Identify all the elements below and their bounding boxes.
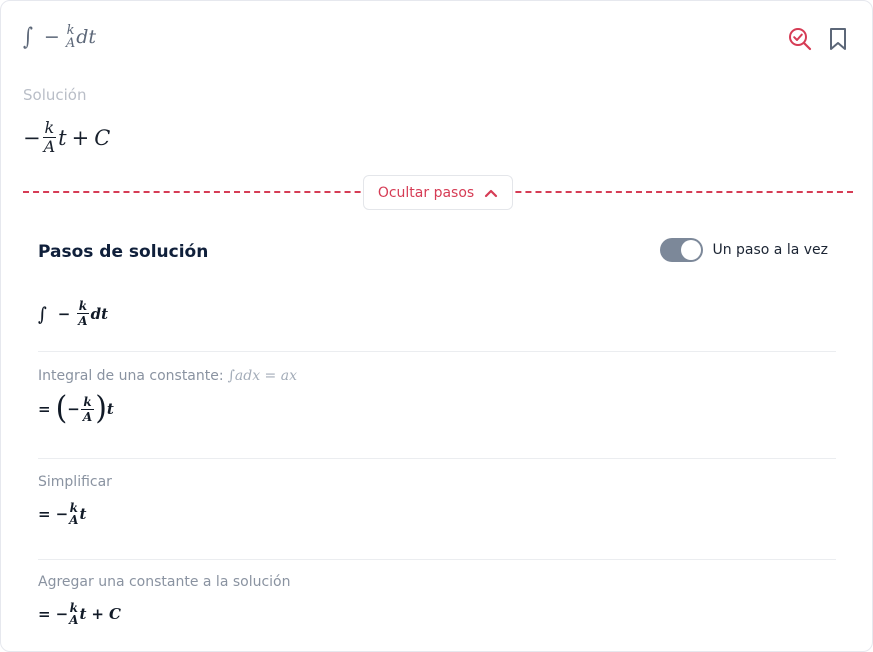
steps-title: Pasos de solución [38, 242, 209, 262]
step-description: Agregar una constante a la solución [38, 574, 291, 590]
step-add-constant: Agregar una constante a la solución = − … [38, 574, 291, 627]
step-simplify: Simplificar = − k A t [38, 474, 112, 527]
integral-sign: ∫ [23, 23, 33, 51]
step-divider [38, 351, 836, 352]
fraction: k A [69, 601, 79, 627]
hide-steps-button[interactable]: Ocultar pasos [363, 175, 513, 210]
step-description: Simplificar [38, 474, 112, 490]
toggle-switch[interactable] [660, 238, 704, 262]
fraction: k A [81, 394, 94, 424]
fraction: k A [69, 501, 79, 527]
fraction: k A [76, 299, 90, 328]
toggle-label: Un paso a la vez [712, 242, 828, 258]
one-step-toggle: Un paso a la vez [660, 238, 828, 262]
bookmark-icon[interactable] [825, 26, 851, 52]
solution-value: − k A t + C [23, 118, 111, 156]
step-divider [38, 458, 836, 459]
fraction: k A [42, 118, 57, 156]
hide-steps-label: Ocultar pasos [377, 184, 475, 201]
top-actions [787, 26, 851, 52]
step-rule: ∫adx = ax [227, 368, 297, 384]
problem-expression: ∫ − k A dt [23, 23, 97, 51]
check-search-icon[interactable] [787, 26, 813, 52]
step-description: Integral de una constante: [38, 368, 224, 384]
step-divider [38, 559, 836, 560]
step-constant-integral: Integral de una constante: ∫adx = ax = (… [38, 368, 297, 427]
solution-label: Solución [23, 86, 87, 104]
step-original: ∫ − k A dt [38, 299, 108, 328]
toggle-knob [681, 240, 702, 260]
fraction: k A [65, 23, 76, 51]
chevron-up-icon [485, 189, 498, 197]
